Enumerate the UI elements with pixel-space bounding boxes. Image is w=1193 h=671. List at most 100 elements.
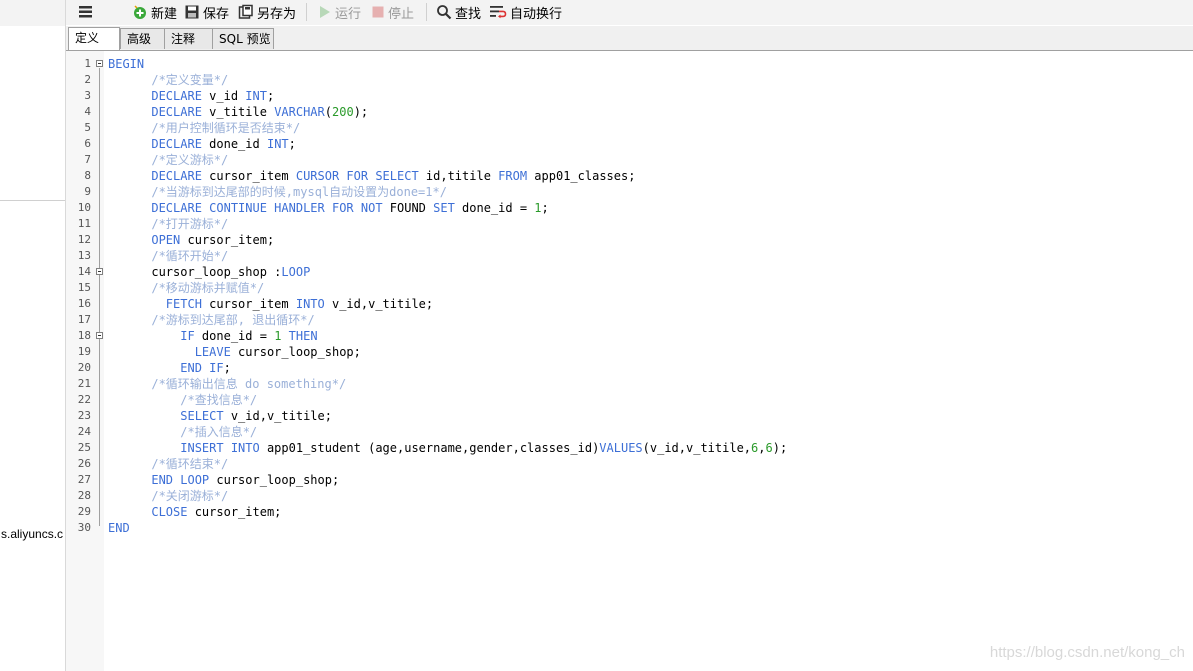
code-line[interactable]: 19 LEAVE cursor_loop_shop; [66,344,1193,360]
menu-button[interactable] [78,2,97,22]
code-text: /*查找信息*/ [108,392,257,408]
code-line[interactable]: 28 /*关闭游标*/ [66,488,1193,504]
code-line[interactable]: 2 /*定义变量*/ [66,72,1193,88]
toolbar-separator [426,3,427,21]
code-line[interactable]: 10 DECLARE CONTINUE HANDLER FOR NOT FOUN… [66,200,1193,216]
word-wrap-button[interactable]: 自动换行 [489,2,562,22]
line-number: 23 [77,409,91,422]
code-line[interactable]: 25 INSERT INTO app01_student (age,userna… [66,440,1193,456]
new-icon [134,5,146,19]
tab-advanced[interactable]: 高级 [120,28,168,49]
code-line[interactable]: 22 /*查找信息*/ [66,392,1193,408]
code-line[interactable]: 5 /*用户控制循环是否结束*/ [66,120,1193,136]
sql-token: v_id,v_titile; [324,297,434,311]
sql-keyword: DECLARE CONTINUE HANDLER FOR NOT [151,201,383,215]
code-line[interactable]: 21 /*循环输出信息 do something*/ [66,376,1193,392]
line-number: 5 [84,121,91,134]
code-text: /*打开游标*/ [108,216,228,232]
code-line[interactable]: 9 /*当游标到达尾部的时候,mysql自动设置为done=1*/ [66,184,1193,200]
code-line[interactable]: 16 FETCH cursor_item INTO v_id,v_titile; [66,296,1193,312]
code-text: /*定义游标*/ [108,152,228,168]
sql-token: ); [772,441,788,455]
sql-keyword: CLOSE [151,505,188,519]
line-number: 17 [77,313,91,326]
code-line[interactable]: 8 DECLARE cursor_item CURSOR FOR SELECT … [66,168,1193,184]
code-text: END LOOP cursor_loop_shop; [108,472,339,488]
code-text: /*用户控制循环是否结束*/ [108,120,300,136]
code-line[interactable]: 27 END LOOP cursor_loop_shop; [66,472,1193,488]
code-line[interactable]: 20 END IF; [66,360,1193,376]
sql-token: ; [541,201,549,215]
code-line[interactable]: 14 cursor_loop_shop :LOOP [66,264,1193,280]
line-number: 26 [77,457,91,470]
line-number: 28 [77,489,91,502]
sql-token: v_id [201,89,246,103]
tab-sql-preview[interactable]: SQL 预览 [212,28,274,49]
code-line[interactable]: 23 SELECT v_id,v_titile; [66,408,1193,424]
tab-comment[interactable]: 注释 [164,28,214,49]
sql-comment: /*插入信息*/ [180,425,258,439]
sql-number: 200 [332,105,354,119]
save-label: 保存 [203,6,230,22]
code-line[interactable]: 26 /*循环结束*/ [66,456,1193,472]
code-line[interactable]: 12 OPEN cursor_item; [66,232,1193,248]
line-number: 20 [77,361,91,374]
line-number: 30 [77,521,91,534]
fold-toggle-icon[interactable] [96,60,103,67]
save-as-button[interactable]: 另存为 [238,2,296,22]
tab-definition[interactable]: 定义 [68,27,120,50]
sql-editor[interactable]: 1 BEGIN 2 /*定义变量*/3 DECLARE v_id INT; 4 DEC… [66,51,1193,671]
sql-token: FOUND [382,201,434,215]
code-line[interactable]: 1 BEGIN [66,56,1193,72]
sql-number: 1 [534,201,542,215]
sql-token: v_id,v_titile; [223,409,332,423]
code-line[interactable]: 18 IF done_id = 1 THEN [66,328,1193,344]
stop-button[interactable]: 停止 [371,2,414,22]
line-number: 10 [77,201,91,214]
code-line[interactable]: 4 DECLARE v_titile VARCHAR(200); [66,104,1193,120]
code-line[interactable]: 24 /*插入信息*/ [66,424,1193,440]
sql-token: ; [288,137,296,151]
sql-keyword: BEGIN [108,57,145,71]
code-line[interactable]: 3 DECLARE v_id INT; [66,88,1193,104]
sql-number: 6 [765,441,773,455]
sql-token: cursor_item [201,169,296,183]
sql-token: cursor_loop_shop; [209,473,340,487]
code-line[interactable]: 11 /*打开游标*/ [66,216,1193,232]
code-line[interactable]: 13 /*循环开始*/ [66,248,1193,264]
sql-keyword: FETCH [165,297,202,311]
code-line[interactable]: 30 END [66,520,1193,536]
line-number: 25 [77,441,91,454]
sql-token: , [758,441,766,455]
sql-comment: /*循环输出信息 do something*/ [151,377,347,391]
code-line[interactable]: 17 /*游标到达尾部, 退出循环*/ [66,312,1193,328]
find-button[interactable]: 查找 [436,2,481,22]
code-line[interactable]: 29 CLOSE cursor_item; [66,504,1193,520]
sql-token: ; [223,361,231,375]
sql-comment: /*定义变量*/ [151,73,229,87]
fold-toggle-icon[interactable] [96,332,103,339]
new-button[interactable]: 新建 [132,2,177,22]
run-button[interactable]: 运行 [318,2,361,22]
save-as-label: 另存为 [257,6,297,22]
sql-keyword: THEN [288,329,318,343]
toolbar-separator [306,3,307,21]
code-text: OPEN cursor_item; [108,232,274,248]
code-line[interactable]: 6 DECLARE done_id INT; [66,136,1193,152]
code-line[interactable]: 7 /*定义游标*/ [66,152,1193,168]
line-number: 16 [77,297,91,310]
connection-host-label[interactable]: s.aliyuncs.c [1,527,65,541]
code-line[interactable]: 15 /*移动游标并赋值*/ [66,280,1193,296]
save-button[interactable]: 保存 [184,2,229,22]
fold-toggle-icon[interactable] [96,268,103,275]
line-number: 15 [77,281,91,294]
